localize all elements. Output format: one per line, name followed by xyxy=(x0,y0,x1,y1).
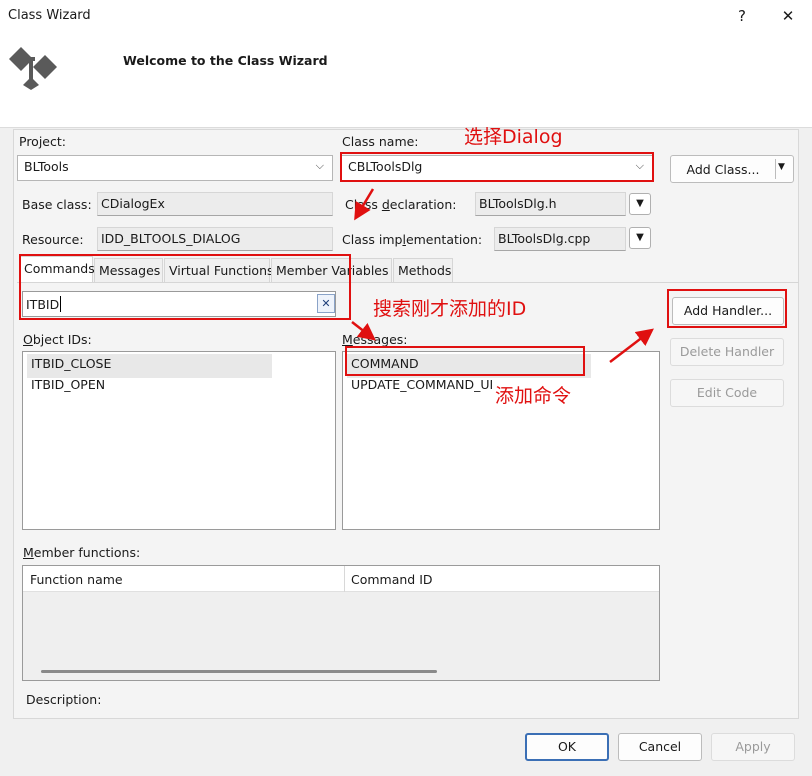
arrow-to-messages xyxy=(351,321,376,341)
annotation-arrows xyxy=(351,188,654,363)
arrow-to-add-handler xyxy=(609,328,654,363)
arrow-to-class-implementation xyxy=(354,188,375,221)
